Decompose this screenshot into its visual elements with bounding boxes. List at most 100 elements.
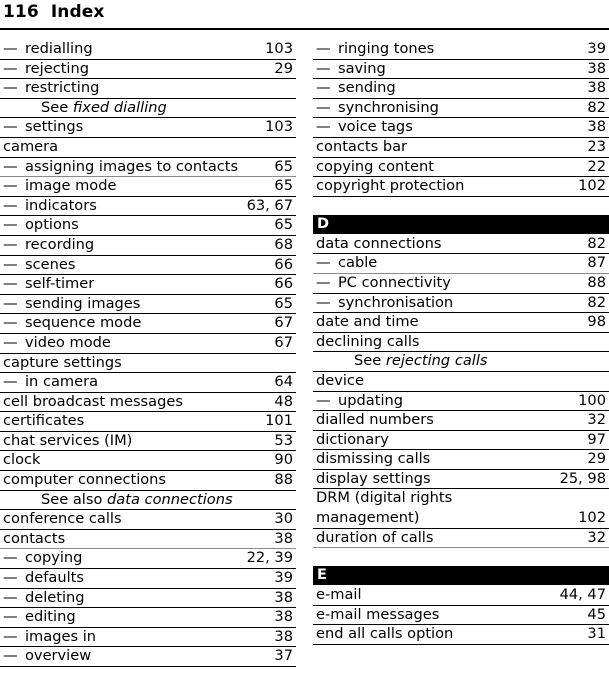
entry-page-number: 30 xyxy=(274,510,293,528)
entry-text: capture settings xyxy=(3,353,122,371)
index-subentry: — updating 100 xyxy=(313,392,609,412)
index-entry: certificates 101 xyxy=(0,412,296,432)
entry-label: e-mail messages xyxy=(313,606,439,624)
entry-page-number: 65 xyxy=(274,216,293,234)
em-dash-icon: — xyxy=(316,293,331,311)
em-dash-icon: — xyxy=(3,177,18,195)
page-header: 116 Index xyxy=(0,0,609,30)
entry-text: sending images xyxy=(25,294,141,312)
section-header-e: E xyxy=(313,566,609,586)
em-dash-icon: — xyxy=(3,255,18,273)
entry-label: — redialling xyxy=(0,40,93,58)
entry-page-number: 66 xyxy=(274,275,293,293)
entry-label: — synchronising xyxy=(313,99,439,117)
index-entry: cell broadcast messages 48 xyxy=(0,393,296,413)
index-entry: management) 102 xyxy=(313,509,609,529)
entry-text: synchronising xyxy=(338,98,439,116)
entry-text: in camera xyxy=(25,373,99,391)
entry-text: recording xyxy=(25,235,95,253)
entry-text: computer connections xyxy=(3,471,167,489)
entry-label: certificates xyxy=(0,412,84,430)
entry-label: computer connections xyxy=(0,471,166,489)
index-entry: contacts bar 23 xyxy=(313,138,609,158)
index-entry: end all calls option 31 xyxy=(313,625,609,646)
entry-page-number: 39 xyxy=(274,569,293,587)
index-entry: contacts 38 xyxy=(0,530,296,550)
entry-page-number: 68 xyxy=(274,235,293,253)
entry-label: dictionary xyxy=(313,431,389,449)
entry-page-number: 38 xyxy=(587,118,606,136)
index-subentry: — image mode 65 xyxy=(0,177,296,197)
entry-text: clock xyxy=(3,451,41,469)
entry-text: dismissing calls xyxy=(316,450,431,468)
entry-text: copying xyxy=(25,549,83,567)
em-dash-icon: — xyxy=(316,391,331,409)
index-entry: date and time 98 xyxy=(313,313,609,333)
entry-label: — in camera xyxy=(0,373,98,391)
em-dash-icon: — xyxy=(3,59,18,77)
entry-page-number: 38 xyxy=(274,529,293,547)
em-dash-icon: — xyxy=(3,333,18,351)
index-entry: copyright protection 102 xyxy=(313,177,609,197)
entry-page-number: 48 xyxy=(274,392,293,410)
entry-page-number: 39 xyxy=(587,40,606,57)
entry-page-number: 82 xyxy=(587,234,606,252)
entry-page-number: 82 xyxy=(587,98,606,116)
entry-page-number: 38 xyxy=(274,608,293,626)
em-dash-icon: — xyxy=(3,569,18,587)
entry-text: e-mail xyxy=(316,586,362,604)
em-dash-icon: — xyxy=(3,549,18,567)
entry-text: duration of calls xyxy=(316,528,434,546)
entry-page-number: 29 xyxy=(274,59,293,77)
em-dash-icon: — xyxy=(316,118,331,136)
entry-text: DRM (digital rights xyxy=(316,489,453,507)
entry-page-number: 38 xyxy=(274,627,293,645)
entry-text: PC connectivity xyxy=(338,273,451,291)
right-column: — ringing tones 39 — saving 38 — sending 38 — sync… xyxy=(313,40,609,679)
entry-label: — self-timer xyxy=(0,275,94,293)
entry-label: cell broadcast messages xyxy=(0,393,183,411)
entry-text: rejecting xyxy=(25,59,90,77)
entry-page-number: 53 xyxy=(274,431,293,449)
entry-text: certificates xyxy=(3,412,85,430)
entry-page-number: 32 xyxy=(587,411,606,429)
index-subentry: — settings 103 xyxy=(0,118,296,138)
index-subentry: — saving 38 xyxy=(313,60,609,80)
entry-label: conference calls xyxy=(0,510,122,528)
see-label: See xyxy=(41,98,69,116)
entry-label: display settings xyxy=(313,470,431,488)
entry-label: camera xyxy=(0,138,58,156)
em-dash-icon: — xyxy=(3,196,18,214)
entry-label: chat services (IM) xyxy=(0,432,132,450)
entry-label: — ringing tones xyxy=(313,40,434,58)
entry-label: e-mail xyxy=(313,586,362,604)
entry-page-number: 67 xyxy=(274,314,293,332)
entry-text: dictionary xyxy=(316,430,389,448)
entry-page-number: 82 xyxy=(587,293,606,311)
entry-label: DRM (digital rights xyxy=(313,489,452,507)
entry-label: — overview xyxy=(0,647,91,665)
entry-text: conference calls xyxy=(3,510,122,528)
entry-text: contacts xyxy=(3,529,66,547)
entry-text: camera xyxy=(3,137,59,155)
em-dash-icon: — xyxy=(316,40,331,57)
em-dash-icon: — xyxy=(3,647,18,665)
em-dash-icon: — xyxy=(3,275,18,293)
em-dash-icon: — xyxy=(3,157,18,175)
index-entry: clock 90 xyxy=(0,451,296,472)
index-entry: data connections 82 xyxy=(313,235,609,255)
em-dash-icon: — xyxy=(316,59,331,77)
index-subentry: — sending 38 xyxy=(313,79,609,99)
index-subentry: — video mode 67 xyxy=(0,334,296,354)
entry-text: self-timer xyxy=(25,275,95,293)
cross-reference-line: See rejecting calls xyxy=(313,352,609,372)
index-subentry: — indicators 63, 67 xyxy=(0,197,296,217)
entry-label: — synchronisation xyxy=(313,294,453,312)
index-subentry: — defaults 39 xyxy=(0,569,296,589)
entry-label: date and time xyxy=(313,313,419,331)
index-columns: — redialling 103— rejecting 29— restricting Se… xyxy=(0,40,609,679)
cross-reference-line: See also data connections xyxy=(0,491,296,511)
entry-label: dialled numbers xyxy=(313,411,434,429)
